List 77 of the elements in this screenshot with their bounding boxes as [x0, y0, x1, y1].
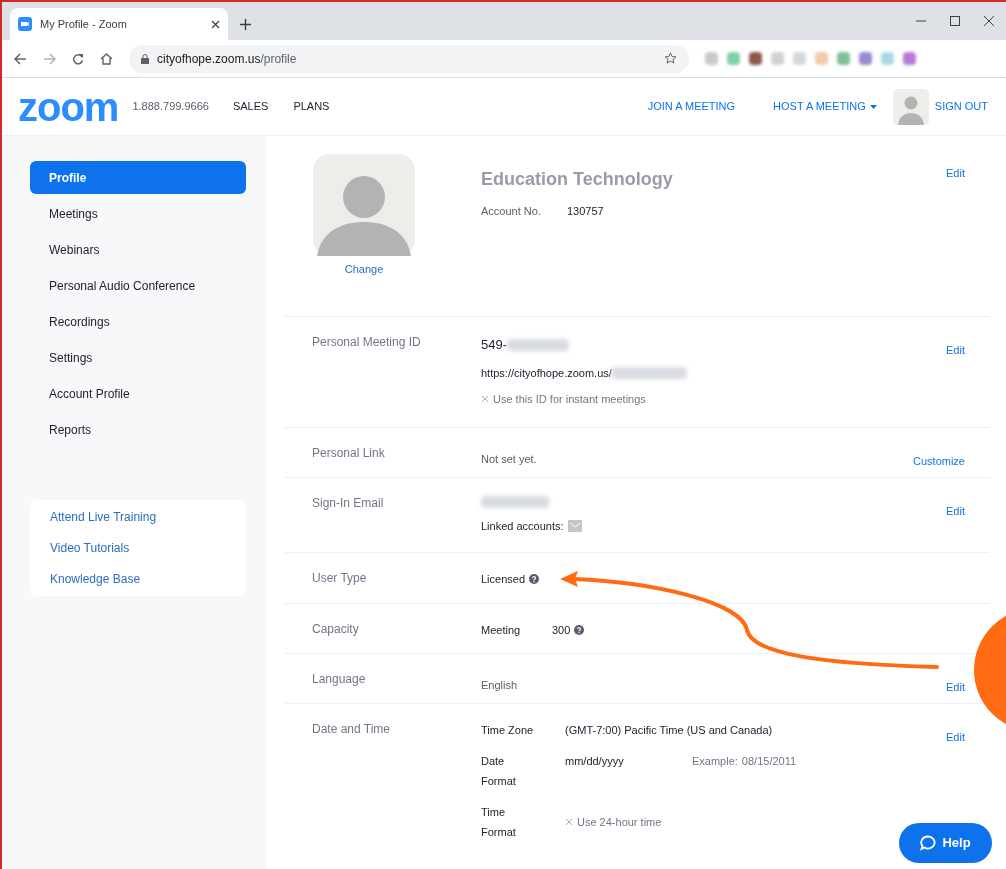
sidebar-item[interactable]: Settings [30, 341, 246, 374]
meeting-id: 549- [481, 336, 508, 354]
time-zone-label: Time Zone [481, 723, 535, 738]
maximize-icon[interactable] [950, 16, 960, 26]
close-icon[interactable] [211, 19, 220, 29]
field-value: Not set yet. [481, 453, 537, 465]
linked-accounts-label: Linked accounts: [481, 519, 564, 534]
option-label: Use 24-hour time [577, 814, 662, 830]
help-icon[interactable] [529, 574, 540, 585]
sidebar-item[interactable]: Reports [30, 413, 246, 446]
sidebar-item[interactable]: Account Profile [30, 377, 246, 410]
field-label: Date and Time [311, 721, 392, 738]
video-camera-icon [18, 17, 32, 31]
host-meeting-link[interactable]: HOST A MEETING [773, 98, 877, 115]
meeting-url: https://cityofhope.zoom.us/ [481, 365, 612, 381]
help-icon[interactable] [574, 625, 585, 636]
account-label: Account No. [481, 204, 542, 219]
field-value: English [481, 679, 518, 691]
back-icon[interactable] [14, 52, 27, 65]
caret-icon [869, 104, 877, 109]
edit-link[interactable]: Customize [913, 455, 965, 467]
close-icon[interactable] [984, 16, 994, 26]
phone-number: 1.888.799.9666 [132, 99, 209, 115]
home-icon[interactable] [100, 52, 113, 65]
example-value: 08/15/2011 [741, 753, 797, 769]
sidebar-item[interactable]: Personal Audio Conference [30, 269, 246, 302]
account-name: Education Technology [481, 168, 674, 191]
address-bar[interactable]: cityofhope.zoom.us/profile [129, 44, 689, 73]
capacity-label: Meeting [481, 623, 522, 638]
help-link[interactable]: Knowledge Base [50, 570, 246, 588]
browser-tab[interactable]: My Profile - Zoom [10, 8, 228, 40]
date-format-value: mm/dd/yyyy [565, 753, 625, 769]
zoom-logo[interactable]: zoom [18, 86, 119, 127]
email-icon [567, 520, 582, 533]
nav-link[interactable]: SALES [232, 98, 269, 115]
field-label: Sign-In Email [311, 495, 385, 512]
url-text: cityofhope.zoom.us/profile [157, 50, 298, 68]
field-label: Personal Meeting ID [311, 334, 422, 351]
sidebar-item[interactable]: Profile [30, 161, 246, 194]
field-label: Personal Link [311, 445, 386, 462]
star-icon[interactable] [664, 52, 677, 65]
sidebar-item[interactable]: Webinars [30, 233, 246, 266]
change-link[interactable]: Change [344, 261, 384, 278]
lock-icon [141, 53, 149, 64]
sidebar-item[interactable]: Meetings [30, 197, 246, 230]
edit-link[interactable]: Edit [946, 731, 965, 743]
edit-link[interactable]: Edit [946, 167, 965, 179]
date-format-label: Date [481, 753, 506, 769]
field-label: Language [311, 671, 367, 688]
time-format-label: Format [481, 825, 517, 840]
join-meeting-link[interactable]: JOIN A MEETING [647, 98, 736, 115]
edit-link[interactable]: Edit [946, 681, 965, 693]
new-tab-icon[interactable] [240, 19, 251, 30]
date-format-label: Format [481, 774, 517, 789]
extension-icons-drawing[interactable] [705, 52, 916, 65]
reload-icon[interactable] [72, 52, 84, 65]
redacted-text [481, 496, 549, 508]
time-format-label: Time [481, 804, 507, 820]
capacity-value: 300 [552, 623, 571, 638]
sign-out-link[interactable]: SIGN OUT [934, 98, 988, 115]
field-value: Licensed [481, 572, 526, 587]
help-link[interactable]: Video Tutorials [50, 539, 246, 557]
help-button[interactable]: Help [899, 823, 992, 863]
edit-link[interactable]: Edit [946, 344, 965, 356]
edit-link[interactable]: Edit [946, 505, 965, 517]
time-zone-value: (GMT-7:00) Pacific Time (US and Canada) [565, 723, 773, 738]
chat-bubble-icon [920, 835, 937, 851]
redacted-text [507, 338, 570, 351]
account-number: 130757 [567, 204, 604, 219]
sidebar-item[interactable]: Recordings [30, 305, 246, 338]
help-link[interactable]: Attend Live Training [50, 508, 246, 526]
tab-title: My Profile - Zoom [40, 16, 128, 32]
nav-link[interactable]: PLANS [293, 98, 330, 115]
example-label: Example: [692, 753, 738, 769]
option-label: Use this ID for instant meetings [493, 392, 646, 407]
field-label: Capacity [311, 621, 360, 638]
field-label: User Type [311, 570, 368, 587]
